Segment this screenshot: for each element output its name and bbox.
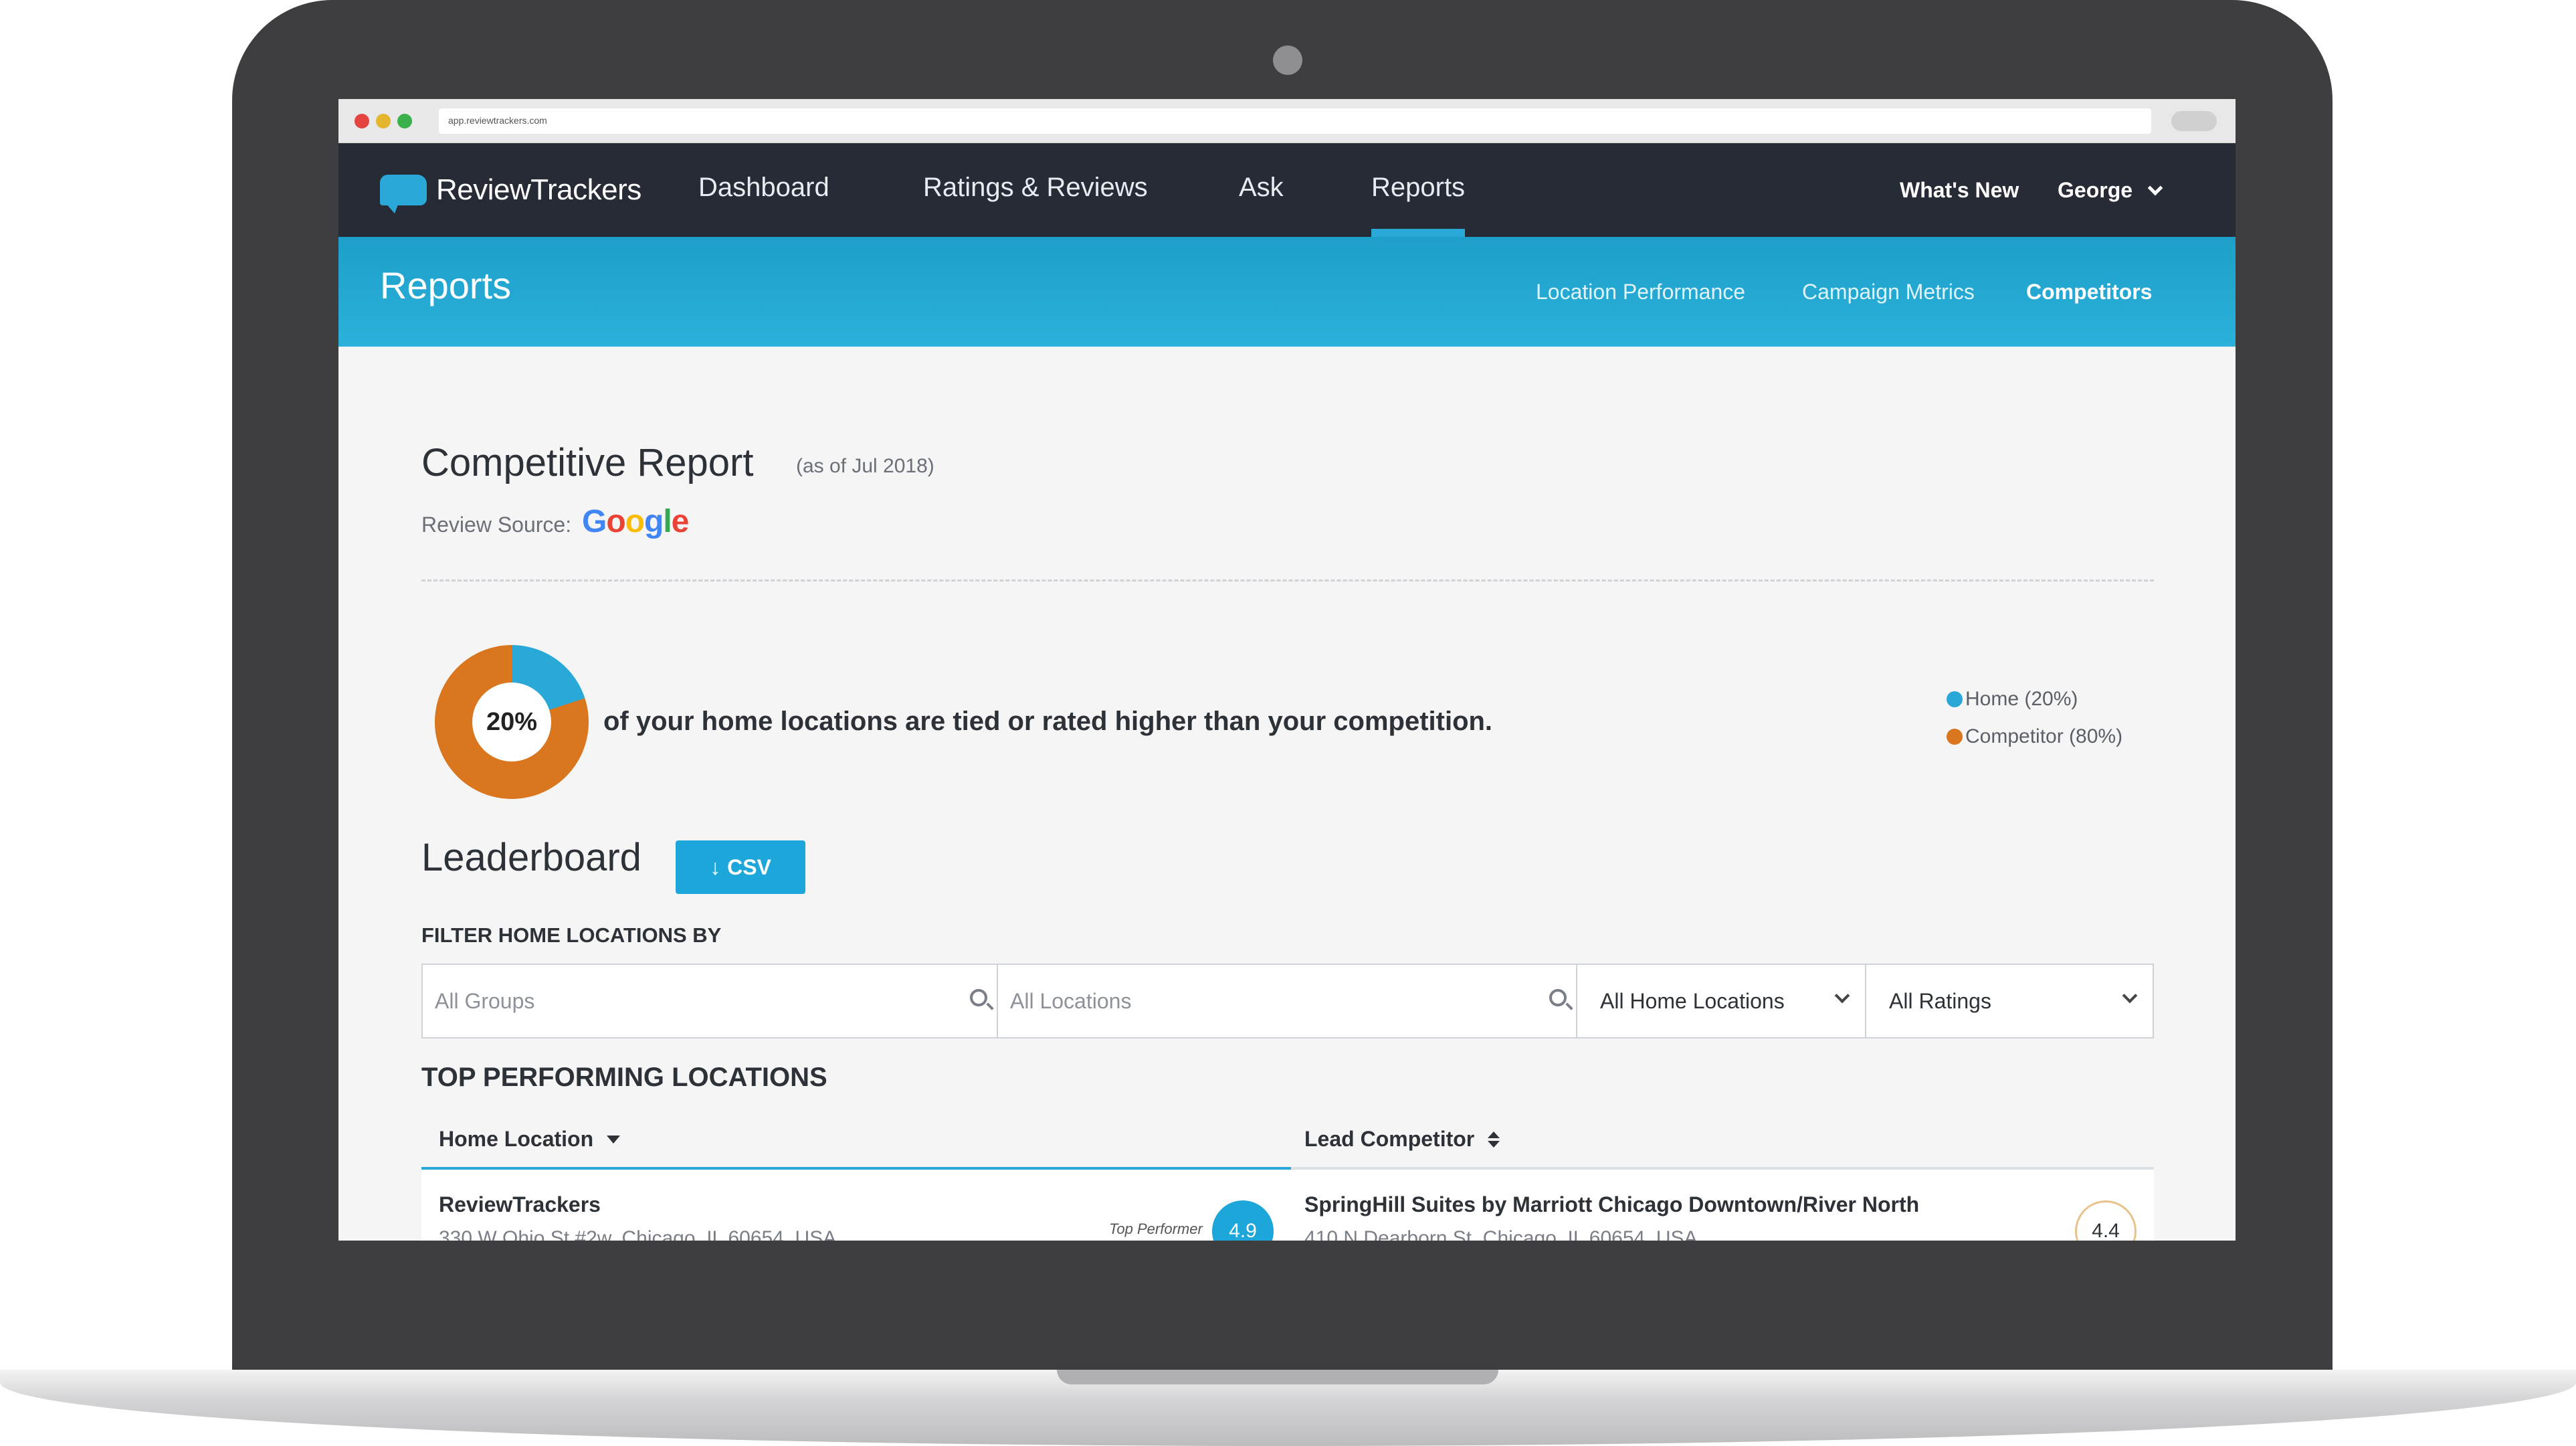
speech-bubble-logo-icon (380, 175, 427, 213)
filter-label: FILTER HOME LOCATIONS BY (421, 923, 722, 947)
chevron-down-icon (2147, 180, 2163, 196)
tab-competitors[interactable]: Competitors (2026, 280, 2152, 304)
address-bar[interactable]: app.reviewtrackers.com (439, 108, 2151, 134)
column-lead-competitor[interactable]: Lead Competitor (1304, 1127, 1500, 1152)
sort-icon (1488, 1131, 1500, 1148)
report-date: (as of Jul 2018) (796, 455, 934, 477)
user-name: George (2058, 178, 2133, 202)
chevron-down-icon (2122, 988, 2138, 1004)
top-performer-tag: Top Performer (1109, 1221, 1203, 1237)
report-title: Competitive Report (421, 441, 754, 484)
nav-reports[interactable]: Reports (1371, 173, 1466, 237)
sort-desc-icon (607, 1135, 621, 1144)
search-icon (970, 989, 987, 1006)
competitor-name[interactable]: SpringHill Suites by Marriott Chicago Do… (1304, 1192, 1919, 1217)
column-home-location[interactable]: Home Location (439, 1127, 621, 1152)
csv-download-button[interactable]: ↓ CSV (676, 840, 805, 894)
column-home-location-label: Home Location (439, 1127, 594, 1151)
review-source-label: Review Source: (421, 513, 572, 537)
user-menu[interactable]: George (2058, 178, 2163, 203)
close-window-icon[interactable] (355, 114, 369, 128)
brand-name: ReviewTrackers (436, 173, 641, 206)
competition-summary: of your home locations are tied or rated… (603, 707, 1493, 736)
top-navigation: ReviewTrackers Dashboard Ratings & Revie… (338, 143, 2236, 237)
groups-search-input[interactable]: All Groups (423, 965, 998, 1037)
tab-campaign-metrics[interactable]: Campaign Metrics (1802, 280, 1975, 304)
legend-home: Home (20%) (1947, 688, 2078, 711)
nav-dashboard[interactable]: Dashboard (698, 173, 829, 237)
cloud-icon[interactable] (2171, 111, 2217, 131)
legend-competitor: Competitor (80%) (1947, 725, 2122, 748)
locations-search-input[interactable]: All Locations (998, 965, 1577, 1037)
nav-ratings-reviews[interactable]: Ratings & Reviews (923, 173, 1148, 237)
minimize-window-icon[interactable] (376, 114, 391, 128)
csv-button-label: CSV (727, 854, 771, 879)
product-mockup: app.reviewtrackers.com ReviewTrackers Da… (0, 0, 2576, 1446)
home-locations-select[interactable]: All Home Locations (1577, 965, 1866, 1037)
chevron-down-icon (1834, 988, 1850, 1004)
legend-home-label: Home (20%) (1965, 688, 2078, 710)
home-locations-value: All Home Locations (1600, 988, 1785, 1013)
app-screen: app.reviewtrackers.com ReviewTrackers Da… (338, 99, 2236, 1241)
laptop-hinge-notch (1057, 1370, 1498, 1384)
top-performing-title: TOP PERFORMING LOCATIONS (421, 1063, 827, 1092)
reports-subheader: Reports Location Performance Campaign Me… (338, 237, 2236, 347)
whats-new-link[interactable]: What's New (1900, 178, 2019, 203)
maximize-window-icon[interactable] (397, 114, 412, 128)
locations-placeholder: All Locations (1010, 988, 1132, 1013)
laptop-camera (1273, 46, 1302, 75)
page-title: Reports (380, 264, 512, 306)
brand-logo[interactable]: ReviewTrackers (380, 170, 641, 213)
legend-competitor-swatch (1947, 729, 1963, 745)
legend-home-swatch (1947, 691, 1963, 707)
google-logo: Google (582, 504, 689, 539)
groups-placeholder: All Groups (435, 988, 535, 1013)
competitor-address: 410 N Dearborn St, Chicago, IL 60654, US… (1304, 1227, 1698, 1241)
leaderboard-title: Leaderboard (421, 836, 641, 879)
filter-bar: All Groups All Locations All Home Locati… (421, 964, 2154, 1038)
nav-ask[interactable]: Ask (1239, 173, 1284, 237)
column-lead-competitor-label: Lead Competitor (1304, 1127, 1475, 1151)
section-divider (421, 579, 2154, 581)
home-location-address: 330 W Ohio St #2w, Chicago, IL 60654, US… (439, 1227, 837, 1241)
donut-center-label: 20% (472, 683, 551, 761)
legend-competitor-label: Competitor (80%) (1965, 725, 2123, 747)
home-location-name[interactable]: ReviewTrackers (439, 1192, 601, 1217)
arrow-down-icon: ↓ (710, 854, 721, 879)
browser-chrome: app.reviewtrackers.com (338, 99, 2236, 143)
tab-location-performance[interactable]: Location Performance (1536, 280, 1745, 304)
search-icon (1549, 989, 1567, 1006)
ratings-select[interactable]: All Ratings (1866, 965, 2153, 1037)
ratings-value: All Ratings (1889, 988, 1991, 1013)
